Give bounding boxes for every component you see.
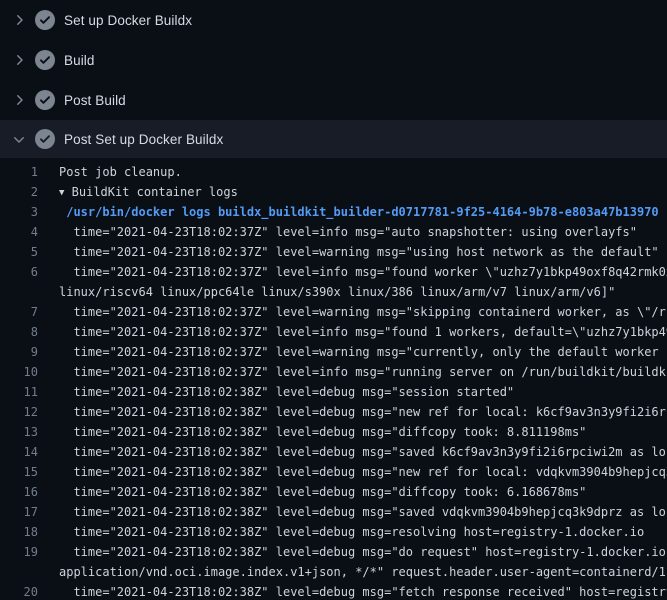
line-number[interactable]: 20 <box>0 582 38 600</box>
log-line-text: Post job cleanup. <box>38 162 182 182</box>
log-row: 5 time="2021-04-23T18:02:37Z" level=warn… <box>0 242 667 262</box>
line-number[interactable]: 1 <box>0 162 38 182</box>
log-row: 1 Post job cleanup. <box>0 162 667 182</box>
line-number[interactable]: 15 <box>0 462 38 482</box>
line-number <box>0 562 38 582</box>
check-circle-icon <box>35 90 55 110</box>
chevron-down-icon <box>11 131 27 147</box>
line-number[interactable]: 7 <box>0 302 38 322</box>
log-row: 7 time="2021-04-23T18:02:37Z" level=warn… <box>0 302 667 322</box>
check-circle-icon <box>35 129 55 149</box>
line-number[interactable]: 12 <box>0 402 38 422</box>
command-line: /usr/bin/docker logs buildx_buildkit_bui… <box>38 202 659 222</box>
line-number[interactable]: 11 <box>0 382 38 402</box>
line-number[interactable]: 14 <box>0 442 38 462</box>
check-circle-icon <box>35 10 55 30</box>
group-toggle-icon: ▼ <box>59 183 64 203</box>
log-row: 13 time="2021-04-23T18:02:38Z" level=deb… <box>0 422 667 442</box>
log-line-text: time="2021-04-23T18:02:38Z" level=debug … <box>38 422 586 442</box>
line-number[interactable]: 19 <box>0 542 38 562</box>
line-number[interactable]: 13 <box>0 422 38 442</box>
log-line-text: time="2021-04-23T18:02:38Z" level=debug … <box>38 482 586 502</box>
log-line-text: time="2021-04-23T18:02:38Z" level=debug … <box>38 502 667 522</box>
log-row: 11 time="2021-04-23T18:02:38Z" level=deb… <box>0 382 667 402</box>
step-title: Post Build <box>64 93 126 108</box>
step-title: Set up Docker Buildx <box>64 13 192 28</box>
log-line-text: time="2021-04-23T18:02:38Z" level=debug … <box>38 462 667 482</box>
chevron-right-icon <box>11 92 27 108</box>
log-line-text: time="2021-04-23T18:02:38Z" level=debug … <box>38 522 644 542</box>
log-area: 1 Post job cleanup. 2 ▼ BuildKit contain… <box>0 158 667 600</box>
log-line-text: application/vnd.oci.image.index.v1+json,… <box>38 562 667 582</box>
log-row: 2 ▼ BuildKit container logs <box>0 182 667 202</box>
line-number[interactable]: 8 <box>0 322 38 342</box>
log-row: 10 time="2021-04-23T18:02:37Z" level=inf… <box>0 362 667 382</box>
log-group-header[interactable]: ▼ BuildKit container logs <box>38 182 238 202</box>
line-number[interactable]: 4 <box>0 222 38 242</box>
log-row: 8 time="2021-04-23T18:02:37Z" level=info… <box>0 322 667 342</box>
actions-log-viewer: Set up Docker Buildx Build Post Build <box>0 0 667 600</box>
line-number[interactable]: 18 <box>0 522 38 542</box>
step-title: Post Set up Docker Buildx <box>64 132 223 147</box>
log-line-text: linux/riscv64 linux/ppc64le linux/s390x … <box>38 282 615 302</box>
line-number[interactable]: 6 <box>0 262 38 282</box>
log-line-text: time="2021-04-23T18:02:38Z" level=debug … <box>38 542 667 562</box>
log-row: 12 time="2021-04-23T18:02:38Z" level=deb… <box>0 402 667 422</box>
log-row: 14 time="2021-04-23T18:02:38Z" level=deb… <box>0 442 667 462</box>
step-header-post-build[interactable]: Post Build <box>0 80 667 120</box>
line-number[interactable]: 5 <box>0 242 38 262</box>
chevron-right-icon <box>11 12 27 28</box>
log-row: 4 time="2021-04-23T18:02:37Z" level=info… <box>0 222 667 242</box>
line-number[interactable]: 3 <box>0 202 38 222</box>
line-number[interactable]: 17 <box>0 502 38 522</box>
check-circle-icon <box>35 50 55 70</box>
log-line-text: time="2021-04-23T18:02:37Z" level=info m… <box>38 362 667 382</box>
log-row: 18 time="2021-04-23T18:02:38Z" level=deb… <box>0 522 667 542</box>
log-line-text: time="2021-04-23T18:02:37Z" level=info m… <box>38 222 637 242</box>
log-line-text: time="2021-04-23T18:02:38Z" level=debug … <box>38 582 667 600</box>
log-row: 9 time="2021-04-23T18:02:37Z" level=warn… <box>0 342 667 362</box>
line-number[interactable]: 9 <box>0 342 38 362</box>
log-row: 20 time="2021-04-23T18:02:38Z" level=deb… <box>0 582 667 600</box>
log-row: linux/riscv64 linux/ppc64le linux/s390x … <box>0 282 667 302</box>
log-line-text: time="2021-04-23T18:02:38Z" level=debug … <box>38 382 514 402</box>
step-header-build[interactable]: Build <box>0 40 667 80</box>
log-line-text: time="2021-04-23T18:02:37Z" level=warnin… <box>38 342 667 362</box>
log-row: 16 time="2021-04-23T18:02:38Z" level=deb… <box>0 482 667 502</box>
log-line-text: time="2021-04-23T18:02:37Z" level=info m… <box>38 262 667 282</box>
log-line-text: time="2021-04-23T18:02:37Z" level=info m… <box>38 322 667 342</box>
step-header-set-up-docker-buildx[interactable]: Set up Docker Buildx <box>0 0 667 40</box>
line-number[interactable]: 16 <box>0 482 38 502</box>
line-number <box>0 282 38 302</box>
step-list: Set up Docker Buildx Build Post Build <box>0 0 667 158</box>
log-row: 19 time="2021-04-23T18:02:38Z" level=deb… <box>0 542 667 562</box>
step-title: Build <box>64 53 95 68</box>
log-line-text: time="2021-04-23T18:02:38Z" level=debug … <box>38 402 667 422</box>
log-line-text: time="2021-04-23T18:02:37Z" level=warnin… <box>38 242 659 262</box>
step-header-post-set-up-docker-buildx[interactable]: Post Set up Docker Buildx <box>0 120 667 158</box>
log-line-text: time="2021-04-23T18:02:37Z" level=warnin… <box>38 302 667 322</box>
log-row: 3 /usr/bin/docker logs buildx_buildkit_b… <box>0 202 667 222</box>
log-line-text: time="2021-04-23T18:02:38Z" level=debug … <box>38 442 667 462</box>
chevron-right-icon <box>11 52 27 68</box>
log-row: application/vnd.oci.image.index.v1+json,… <box>0 562 667 582</box>
line-number[interactable]: 10 <box>0 362 38 382</box>
log-row: 6 time="2021-04-23T18:02:37Z" level=info… <box>0 262 667 282</box>
log-row: 15 time="2021-04-23T18:02:38Z" level=deb… <box>0 462 667 482</box>
log-row: 17 time="2021-04-23T18:02:38Z" level=deb… <box>0 502 667 522</box>
line-number[interactable]: 2 <box>0 182 38 202</box>
